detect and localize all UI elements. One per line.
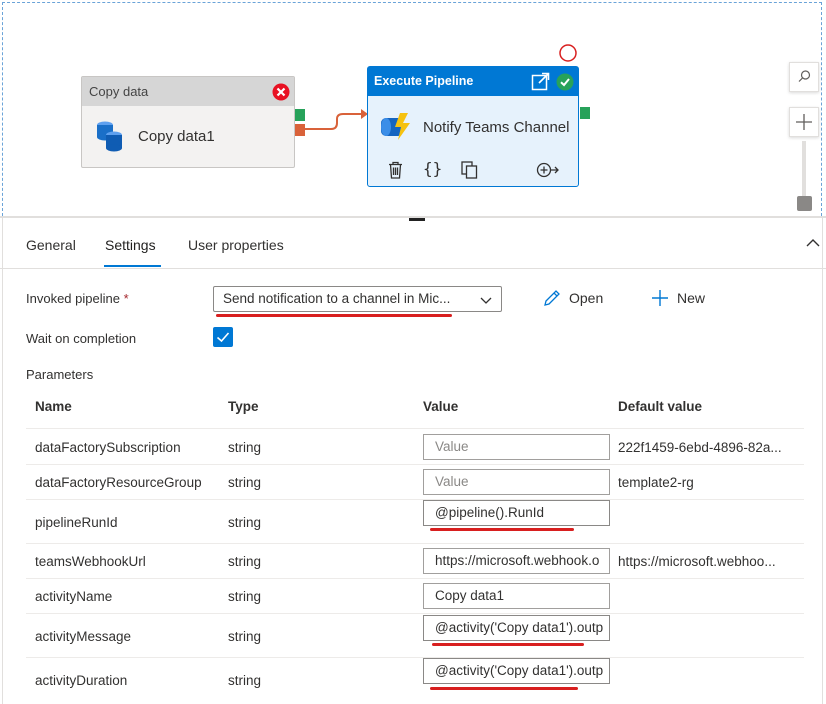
activity-type-label: Copy data: [89, 84, 149, 99]
search-icon: [798, 70, 811, 82]
success-output-port[interactable]: [295, 109, 305, 121]
invoked-pipeline-dropdown[interactable]: Send notification to a channel in Mic...: [213, 286, 502, 312]
row-divider: [26, 578, 804, 579]
code-braces-icon[interactable]: {}: [423, 159, 442, 178]
chevron-up-icon: [806, 239, 820, 247]
pipeline-canvas[interactable]: Copy data Copy data1 Execute Pipeline No…: [0, 0, 826, 216]
wait-on-completion-checkbox[interactable]: [213, 327, 233, 347]
param-value-input[interactable]: @activity('Copy data1').outp: [423, 658, 610, 684]
annotation-circle: [559, 44, 577, 62]
param-value-input[interactable]: Copy data1: [423, 583, 610, 609]
activity-name: Copy data1: [138, 128, 215, 145]
zoom-in-icon: [796, 114, 812, 130]
param-name: pipelineRunId: [35, 515, 118, 530]
activity-header: Copy data: [82, 77, 294, 106]
param-type: string: [228, 440, 262, 455]
param-name: dataFactorySubscription: [35, 440, 181, 455]
row-divider: [26, 543, 804, 544]
invoked-pipeline-label: Invoked pipeline *: [26, 291, 129, 306]
add-output-icon[interactable]: [536, 162, 560, 183]
column-header-type: Type: [228, 399, 259, 414]
tab-general[interactable]: General: [26, 237, 76, 253]
param-type: string: [228, 673, 262, 688]
failure-connector-arrow[interactable]: [305, 105, 369, 133]
activity-header: Execute Pipeline: [368, 67, 578, 96]
param-type: string: [228, 589, 262, 604]
param-type: string: [228, 554, 262, 569]
param-name: activityName: [35, 589, 113, 604]
open-label: Open: [569, 290, 604, 306]
param-default-value: https://microsoft.webhoo...: [618, 554, 776, 569]
activity-type-label: Execute Pipeline: [374, 74, 474, 88]
row-divider: [26, 464, 804, 465]
row-divider: [26, 657, 804, 658]
annotation-underline: [432, 643, 584, 646]
zoom-slider-thumb[interactable]: [797, 196, 812, 211]
annotation-underline: [430, 687, 578, 690]
parameters-heading: Parameters: [26, 367, 94, 382]
column-header-value: Value: [423, 399, 459, 414]
open-pipeline-button[interactable]: Open: [543, 289, 603, 307]
param-name: activityDuration: [35, 673, 128, 688]
success-output-port[interactable]: [580, 107, 590, 119]
failure-output-port[interactable]: [295, 124, 305, 136]
param-name: activityMessage: [35, 629, 132, 644]
row-divider: [26, 613, 804, 614]
plus-icon: [652, 290, 668, 306]
tab-settings[interactable]: Settings: [105, 237, 156, 253]
execute-pipeline-icon: [380, 111, 414, 146]
param-type: string: [228, 515, 262, 530]
row-divider: [26, 499, 804, 500]
param-value-input[interactable]: https://microsoft.webhook.o: [423, 548, 610, 574]
column-header-default: Default value: [618, 399, 703, 414]
param-value-input[interactable]: Value: [423, 434, 610, 460]
param-type: string: [228, 629, 262, 644]
param-default-value: template2-rg: [618, 475, 694, 490]
active-tab-indicator: [104, 265, 161, 267]
annotation-underline: [216, 314, 452, 317]
param-name: teamsWebhookUrl: [35, 554, 146, 569]
param-value-input[interactable]: Value: [423, 469, 610, 495]
invoked-pipeline-value: Send notification to a channel in Mic...: [223, 291, 451, 306]
param-default-value: 222f1459-6ebd-4896-82a...: [618, 440, 782, 455]
zoom-in-button[interactable]: [789, 107, 819, 137]
pencil-icon: [544, 290, 560, 306]
tab-user-properties[interactable]: User properties: [188, 237, 284, 253]
annotation-underline: [430, 528, 574, 531]
search-canvas-button[interactable]: [789, 62, 819, 92]
column-header-name: Name: [35, 399, 72, 414]
new-pipeline-button[interactable]: New: [651, 289, 705, 307]
panel-left-border: [2, 216, 3, 704]
row-divider: [26, 428, 804, 429]
wait-on-completion-label: Wait on completion: [26, 331, 137, 346]
clone-icon[interactable]: [461, 161, 478, 184]
invoked-pipeline-text: Invoked pipeline: [26, 291, 120, 306]
checkmark-icon: [216, 332, 230, 343]
activity-name: Notify Teams Channel: [423, 119, 570, 136]
chevron-down-icon: [479, 291, 493, 315]
success-check-icon: [556, 73, 574, 102]
new-label: New: [677, 290, 706, 306]
properties-tabs: General Settings User properties: [0, 220, 826, 269]
param-name: dataFactoryResourceGroup: [35, 475, 202, 490]
param-type: string: [228, 475, 262, 490]
delete-icon[interactable]: [388, 161, 403, 184]
external-link-icon[interactable]: [531, 72, 550, 102]
copy-data-activity[interactable]: Copy data Copy data1: [81, 76, 295, 168]
execute-pipeline-activity[interactable]: Execute Pipeline Notify Teams Channel {}: [367, 66, 579, 187]
param-value-input[interactable]: @activity('Copy data1').outp: [423, 615, 610, 641]
panel-right-border: [822, 216, 823, 704]
required-mark: *: [123, 291, 129, 306]
copy-data-icon: [95, 119, 125, 158]
collapse-panel-button[interactable]: [805, 236, 821, 254]
param-value-input[interactable]: @pipeline().RunId: [423, 500, 610, 526]
